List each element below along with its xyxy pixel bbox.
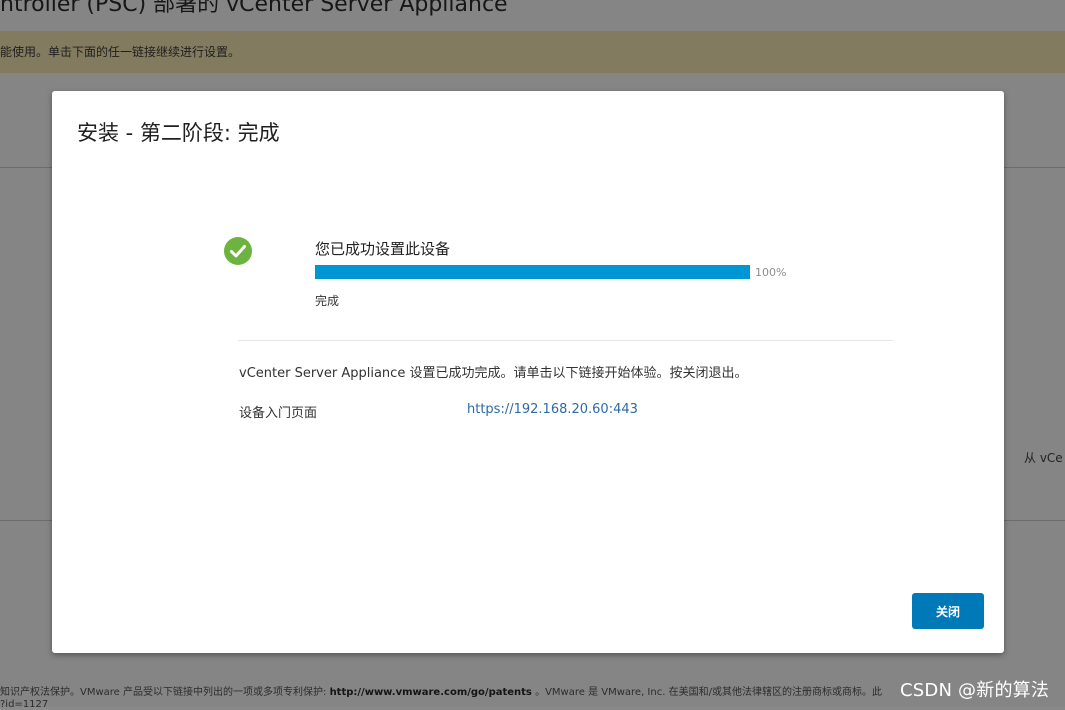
- dialog-title: 安装 - 第二阶段: 完成: [77, 121, 280, 145]
- completion-dialog: 安装 - 第二阶段: 完成 您已成功设置此设备 100% 完成 vCenter …: [52, 91, 1004, 653]
- getting-started-link[interactable]: https://192.168.20.60:443: [467, 402, 638, 417]
- check-circle-icon: [224, 237, 252, 265]
- getting-started-label: 设备入门页面: [239, 406, 318, 421]
- progress-bar-fill: [315, 265, 750, 279]
- close-button[interactable]: 关闭: [912, 593, 984, 629]
- status-text: 完成: [315, 294, 340, 308]
- watermark: CSDN @新的算法: [900, 680, 1050, 701]
- status-title: 您已成功设置此设备: [315, 240, 451, 258]
- divider: [238, 340, 893, 341]
- completion-message: vCenter Server Appliance 设置已成功完成。请单击以下链接…: [239, 366, 748, 381]
- progress-bar: [315, 265, 750, 279]
- progress-percent: 100%: [755, 266, 787, 279]
